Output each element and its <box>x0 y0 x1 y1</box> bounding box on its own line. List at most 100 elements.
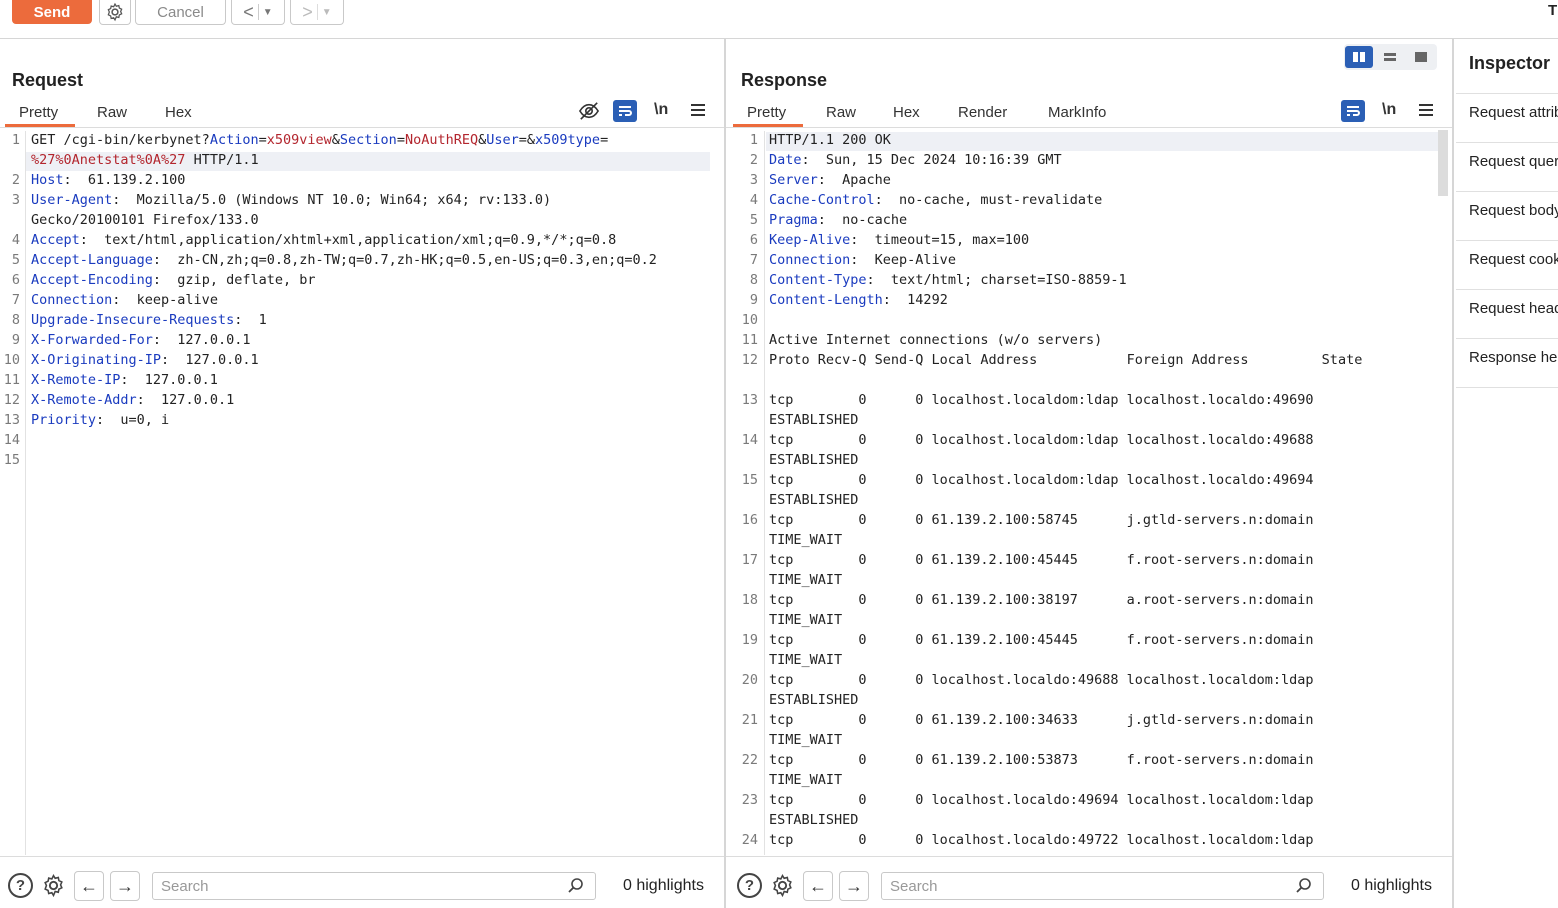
square-icon <box>1415 52 1427 62</box>
newline-toggle[interactable]: \n <box>654 101 668 119</box>
inspector-item[interactable]: Request cookies <box>1469 251 1558 268</box>
param-value: %27%0Anetstat <box>31 152 137 168</box>
tab-raw[interactable]: Raw <box>97 104 127 121</box>
code-text: tcp 0 0 61.139.2.100:45445 f.root-server… <box>769 632 1314 648</box>
code-line: TIME_WAIT <box>769 572 842 588</box>
code-text: tcp 0 0 61.139.2.100:53873 f.root-server… <box>769 752 1314 768</box>
code-line: Gecko/20100101 Firefox/133.0 <box>31 212 259 228</box>
code-line: tcp 0 0 localhost.localdo:49722 localhos… <box>769 832 1314 848</box>
code-line: TIME_WAIT <box>769 652 842 668</box>
line-number: 8 <box>749 272 758 288</box>
response-search-input[interactable]: Search <box>881 872 1324 900</box>
tab-markinfo[interactable]: MarkInfo <box>1048 104 1106 121</box>
header-name: Pragma <box>769 212 818 228</box>
code-line: Active Internet connections (w/o servers… <box>769 332 1102 348</box>
line-number: 21 <box>741 712 758 728</box>
request-search-input[interactable]: Search <box>152 872 596 900</box>
header-name: User-Agent <box>31 192 113 208</box>
code-text: : 1 <box>234 312 267 328</box>
wrap-text-button[interactable] <box>613 100 637 122</box>
code-text: tcp 0 0 61.139.2.100:38197 a.root-server… <box>769 592 1314 608</box>
arrow-right-icon: → <box>116 875 134 896</box>
code-text: Proto Recv-Q Send-Q Local Address Foreig… <box>769 352 1363 368</box>
code-text: : 127.0.0.1 <box>161 352 259 368</box>
response-editor[interactable]: 1 HTTP/1.1 200 OK 2 Date: Sun, 15 Dec 2024 … <box>726 132 1438 854</box>
header-name: X-Originating-IP <box>31 352 162 368</box>
request-editor[interactable]: 1 GET /cgi-bin/kerbynet?Action=x509view&S… <box>0 132 722 854</box>
code-text: : text/html,application/xhtml+xml,applic… <box>79 232 617 248</box>
code-text: tcp 0 0 localhost.localdo:49694 localhos… <box>769 792 1314 808</box>
help-icon[interactable]: ? <box>737 873 762 898</box>
line-number: 7 <box>11 292 20 308</box>
wrap-text-button[interactable] <box>1341 100 1365 122</box>
search-icon <box>567 877 585 899</box>
single-view-button[interactable] <box>1407 46 1435 68</box>
line-number: 12 <box>741 352 758 368</box>
code-line: Host: 61.139.2.100 <box>31 172 185 188</box>
search-placeholder: Search <box>890 877 938 895</box>
header-name: Upgrade-Insecure-Requests <box>31 312 235 328</box>
code-line: GET /cgi-bin/kerbynet?Action=x509view&Se… <box>31 132 608 148</box>
chevron-right-icon: > <box>302 1 313 22</box>
header-name: Content-Length <box>769 292 883 308</box>
tab-hex[interactable]: Hex <box>893 104 920 121</box>
prev-match-button[interactable]: ← <box>74 871 104 901</box>
code-text: : Sun, 15 Dec 2024 10:16:39 GMT <box>801 152 1062 168</box>
code-text: TIME_WAIT <box>769 572 843 588</box>
inspector-item[interactable]: Request attributes <box>1469 104 1558 121</box>
tab-raw[interactable]: Raw <box>826 104 856 121</box>
header-name: Content-Type <box>769 272 867 288</box>
settings-icon[interactable] <box>41 873 66 903</box>
param-value: %0A%27 <box>136 152 186 168</box>
tab-render[interactable]: Render <box>958 104 1007 121</box>
code-line: X-Originating-IP: 127.0.0.1 <box>31 352 259 368</box>
next-match-button[interactable]: → <box>110 871 140 901</box>
split-view-button[interactable] <box>1345 46 1373 68</box>
request-highlights-count: 0 highlights <box>623 877 704 894</box>
dropdown-arrow-icon: ▼ <box>321 6 332 18</box>
help-icon[interactable]: ? <box>8 873 33 898</box>
inspector-item[interactable]: Request query parameters <box>1469 153 1558 170</box>
code-line: Accept-Encoding: gzip, deflate, br <box>31 272 315 288</box>
newline-toggle[interactable]: \n <box>1382 101 1396 119</box>
line-number: 6 <box>11 272 20 288</box>
tab-hex[interactable]: Hex <box>165 104 192 121</box>
line-number: 14 <box>3 432 20 448</box>
tab-pretty[interactable]: Pretty <box>19 104 58 121</box>
menu-icon[interactable] <box>1418 103 1434 122</box>
forward-button[interactable]: > ▼ <box>290 0 344 25</box>
prev-match-button[interactable]: ← <box>803 871 833 901</box>
code-text: tcp 0 0 localhost.localdom:ldap localhos… <box>769 472 1314 488</box>
code-line: tcp 0 0 localhost.localdo:49688 localhos… <box>769 672 1314 688</box>
menu-icon[interactable] <box>690 103 706 122</box>
panel-divider[interactable] <box>1452 38 1454 908</box>
header-name: Server <box>769 172 818 188</box>
tab-pretty[interactable]: Pretty <box>747 104 786 121</box>
inspector-item[interactable]: Request headers <box>1469 300 1558 317</box>
code-text: tcp 0 0 localhost.localdo:49688 localhos… <box>769 672 1314 688</box>
code-line: Accept: text/html,application/xhtml+xml,… <box>31 232 616 248</box>
settings-button[interactable] <box>99 0 131 25</box>
code-line: TIME_WAIT <box>769 612 842 628</box>
code-text: TIME_WAIT <box>769 652 843 668</box>
settings-icon[interactable] <box>770 873 795 903</box>
response-scrollbar[interactable] <box>1438 130 1448 196</box>
line-number: 17 <box>741 552 758 568</box>
code-line: Connection: keep-alive <box>31 292 218 308</box>
next-match-button[interactable]: → <box>839 871 869 901</box>
header-name: Accept-Language <box>31 252 153 268</box>
hide-icon[interactable] <box>578 101 600 126</box>
inspector-item[interactable]: Response headers <box>1469 349 1558 366</box>
inspector-item[interactable]: Request body parameters <box>1469 202 1558 219</box>
stacked-view-button[interactable] <box>1376 46 1404 68</box>
code-line: Proto Recv-Q Send-Q Local Address Foreig… <box>769 352 1362 368</box>
code-line: tcp 0 0 61.139.2.100:34633 j.gtld-server… <box>769 712 1314 728</box>
code-line: tcp 0 0 localhost.localdom:ldap localhos… <box>769 392 1314 408</box>
header-name: Cache-Control <box>769 192 875 208</box>
send-button[interactable]: Send <box>12 0 92 24</box>
code-line: ESTABLISHED <box>769 452 858 468</box>
cancel-button[interactable]: Cancel <box>135 0 226 25</box>
divider <box>1456 142 1558 143</box>
line-number: 2 <box>749 152 758 168</box>
back-button[interactable]: < ▼ <box>231 0 285 25</box>
